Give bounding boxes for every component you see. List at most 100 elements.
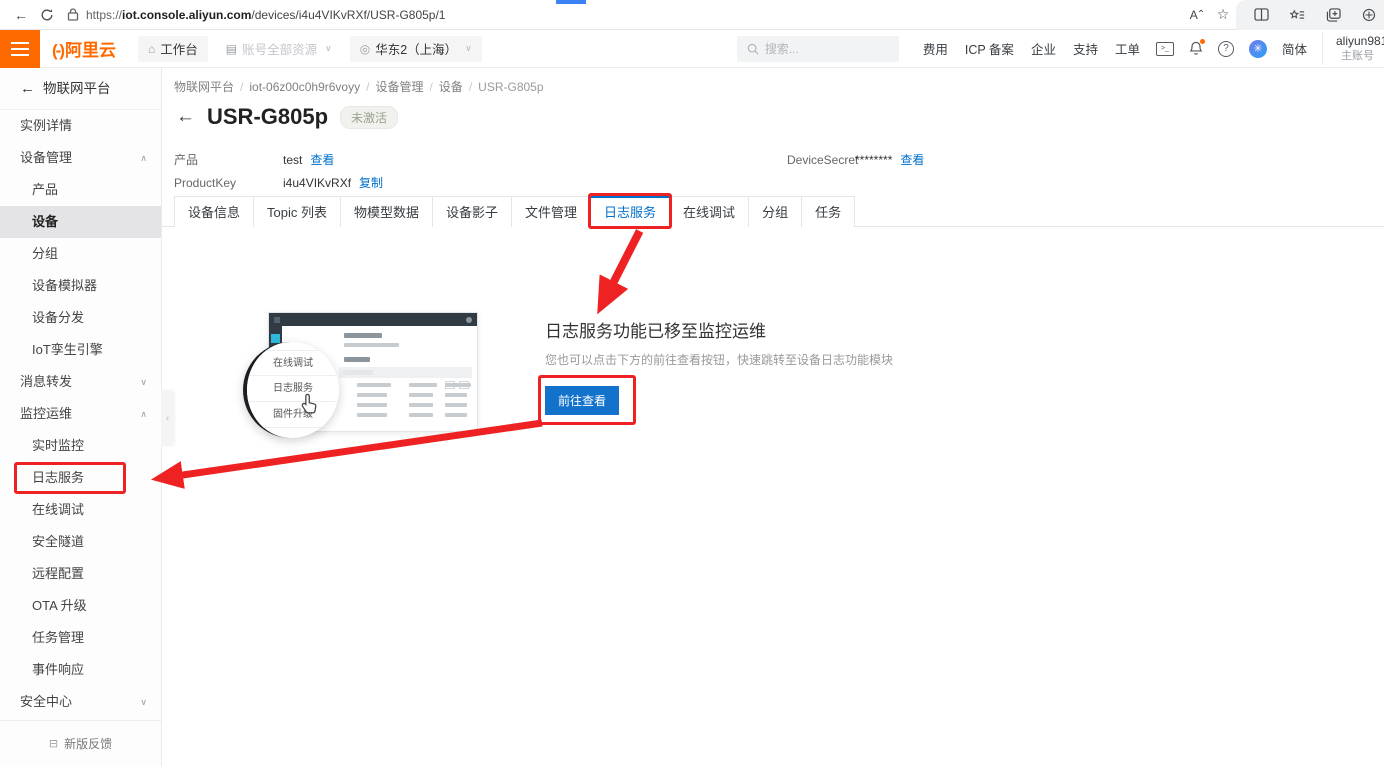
search-placeholder: 搜索... [765, 40, 799, 57]
sidebar-item-label: 设备分发 [32, 310, 84, 325]
nav-link-工单[interactable]: 工单 [1115, 39, 1140, 58]
sidebar-item-日志服务[interactable]: 日志服务 [0, 462, 161, 494]
help-icon[interactable]: ? [1218, 41, 1234, 57]
feedback-button[interactable]: ⊟ 新版反馈 [0, 720, 161, 766]
tab-物模型数据[interactable]: 物模型数据 [340, 196, 433, 227]
illustration-menu-日志服务: 日志服务 [247, 376, 339, 402]
tab-文件管理[interactable]: 文件管理 [511, 196, 591, 227]
sidebar-menu: 实例详情设备管理∧产品设备分组设备模拟器设备分发IoT孪生引擎消息转发∨监控运维… [0, 110, 161, 718]
account-resources-dropdown[interactable]: ▤账号全部资源∨ [226, 39, 332, 58]
console-top-nav: (-)阿里云 ⌂工作台 ▤账号全部资源∨ ◎ 华东2（上海） ∨ 搜索... 费用 I… [0, 30, 1384, 68]
browser-extra-icon[interactable] [1356, 4, 1382, 26]
console-search-input[interactable]: 搜索... [737, 36, 899, 62]
workbench-button[interactable]: ⌂工作台 [138, 36, 208, 62]
region-label: 华东2（上海） [375, 39, 457, 58]
favorite-star-icon[interactable]: ☆ [1210, 4, 1236, 26]
notification-dot [1200, 39, 1205, 44]
browser-refresh-icon[interactable] [34, 4, 60, 26]
sidebar-item-label: OTA 升级 [32, 598, 87, 613]
sidebar-item-事件响应[interactable]: 事件响应 [0, 654, 161, 686]
browser-tab-accent-strip [556, 0, 586, 4]
sidebar-collapse-handle[interactable]: ‹ [161, 390, 174, 446]
breadcrumb-item[interactable]: 物联网平台 [174, 80, 234, 94]
aliyun-logo[interactable]: (-)阿里云 [52, 36, 116, 61]
read-aloud-icon[interactable]: A⌃ [1184, 4, 1210, 26]
breadcrumb-item[interactable]: 设备管理 [375, 80, 423, 94]
sidebar-item-设备模拟器[interactable]: 设备模拟器 [0, 270, 161, 302]
collections-icon[interactable] [1320, 4, 1346, 26]
sidebar-item-远程配置[interactable]: 远程配置 [0, 558, 161, 590]
sidebar-item-在线调试[interactable]: 在线调试 [0, 494, 161, 526]
sidebar-item-监控运维[interactable]: 监控运维 ∧ [0, 398, 161, 430]
sidebar-item-OTA 升级[interactable]: OTA 升级 [0, 590, 161, 622]
devicesecret-value: ******** [855, 153, 892, 167]
chevron-down-icon: ∨ [465, 43, 472, 54]
nav-link-费用[interactable]: 费用 [923, 39, 948, 58]
sidebar-item-实时监控[interactable]: 实时监控 [0, 430, 161, 462]
tab-任务[interactable]: 任务 [801, 196, 855, 227]
split-screen-icon[interactable] [1248, 4, 1274, 26]
tab-设备影子[interactable]: 设备影子 [432, 196, 512, 227]
sidebar-item-label: 设备 [32, 214, 58, 229]
app-center-icon[interactable]: ✳ [1249, 40, 1267, 58]
breadcrumb-separator: / [469, 80, 472, 94]
page-title: USR-G805p [207, 104, 328, 130]
aliyun-logo-icon: (-) [52, 41, 63, 60]
sidebar-item-label: 任务管理 [32, 630, 84, 645]
region-selector[interactable]: ◎ 华东2（上海） ∨ [350, 36, 482, 62]
sidebar-item-label: 消息转发 [20, 374, 72, 389]
tab-日志服务[interactable]: 日志服务 [590, 196, 670, 227]
console-menu-toggle[interactable] [0, 30, 40, 68]
nav-link-ICP 备案[interactable]: ICP 备案 [965, 39, 1014, 58]
breadcrumb-item[interactable]: 设备 [439, 80, 463, 94]
page-back-arrow[interactable]: ← [176, 106, 195, 128]
search-icon [747, 43, 759, 55]
sidebar-item-分组[interactable]: 分组 [0, 238, 161, 270]
breadcrumb-item[interactable]: iot-06z00c0h9r6voyy [249, 80, 360, 94]
tab-Topic 列表[interactable]: Topic 列表 [253, 196, 341, 227]
nav-link-企业[interactable]: 企业 [1031, 39, 1056, 58]
sidebar-item-安全中心[interactable]: 安全中心∨ [0, 686, 161, 718]
tab-分组[interactable]: 分组 [748, 196, 802, 227]
sidebar-item-label: 监控运维 [20, 406, 72, 421]
go-view-button[interactable]: 前往查看 [545, 386, 619, 415]
account-menu[interactable]: aliyun98108 主账号 [1322, 32, 1384, 66]
sidebar-item-消息转发[interactable]: 消息转发∨ [0, 366, 161, 398]
language-switch[interactable]: 简体 [1282, 39, 1307, 58]
devicesecret-view-link[interactable]: 查看 [900, 151, 924, 168]
log-service-illustration: 在线调试日志服务固件升级 [238, 305, 488, 445]
product-view-link[interactable]: 查看 [310, 151, 334, 168]
chevron-up-icon: ∧ [140, 142, 147, 174]
tab-在线调试[interactable]: 在线调试 [669, 196, 749, 227]
browser-back-icon[interactable]: ← [8, 4, 34, 26]
sidebar-item-label: 远程配置 [32, 566, 84, 581]
sidebar-item-安全隧道[interactable]: 安全隧道 [0, 526, 161, 558]
favorites-bar-icon[interactable] [1284, 4, 1310, 26]
productkey-value: i4u4VIKvRXf [283, 176, 351, 190]
tab-设备信息[interactable]: 设备信息 [174, 196, 254, 227]
location-pin-icon: ◎ [360, 42, 370, 56]
sidebar-back-header[interactable]: ← 物联网平台 [0, 68, 161, 110]
hero-description: 您也可以点击下方的前往查看按钮，快速跳转至设备日志功能模块 [545, 351, 893, 368]
sidebar-item-实例详情[interactable]: 实例详情 [0, 110, 161, 142]
sidebar-item-label: 在线调试 [32, 502, 84, 517]
cloudshell-icon[interactable]: >_ [1156, 42, 1174, 56]
site-security-lock-icon[interactable] [60, 4, 86, 26]
sidebar-item-label: 日志服务 [32, 470, 84, 485]
chevron-up-icon: ∧ [140, 398, 147, 430]
device-tabs: 设备信息Topic 列表物模型数据设备影子文件管理日志服务在线调试分组任务 [162, 196, 1384, 227]
sidebar-item-设备分发[interactable]: 设备分发 [0, 302, 161, 334]
sidebar-item-任务管理[interactable]: 任务管理 [0, 622, 161, 654]
sidebar-item-产品[interactable]: 产品 [0, 174, 161, 206]
sidebar-item-label: 产品 [32, 182, 58, 197]
sidebar-item-设备管理[interactable]: 设备管理∧ [0, 142, 161, 174]
breadcrumb-separator: / [429, 80, 432, 94]
productkey-copy-link[interactable]: 复制 [359, 174, 383, 191]
sidebar-item-设备[interactable]: 设备 [0, 206, 161, 238]
address-bar[interactable]: https://iot.console.aliyun.com/devices/i… [86, 8, 1184, 22]
nav-link-支持[interactable]: 支持 [1073, 39, 1098, 58]
notifications-bell-icon[interactable] [1189, 41, 1203, 56]
sidebar-item-label: 设备模拟器 [32, 278, 97, 293]
sidebar-item-label: 实时监控 [32, 438, 84, 453]
sidebar-item-IoT孪生引擎[interactable]: IoT孪生引擎 [0, 334, 161, 366]
